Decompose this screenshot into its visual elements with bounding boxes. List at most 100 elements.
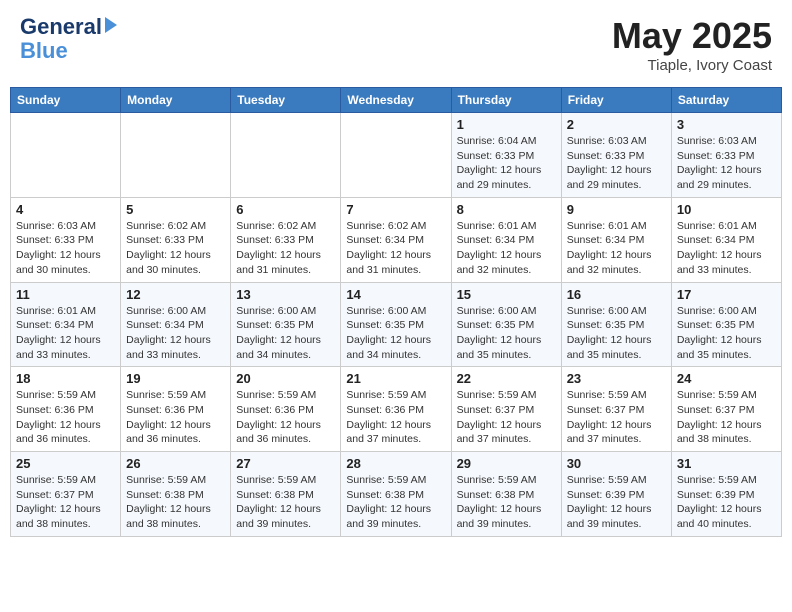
calendar-table: SundayMondayTuesdayWednesdayThursdayFrid…	[10, 87, 782, 537]
day-number: 15	[457, 287, 556, 302]
calendar-cell	[231, 113, 341, 198]
logo-triangle-icon	[105, 17, 117, 33]
weekday-header-wednesday: Wednesday	[341, 88, 451, 113]
day-number: 18	[16, 371, 115, 386]
weekday-header-monday: Monday	[121, 88, 231, 113]
day-info: Sunrise: 6:00 AMSunset: 6:35 PMDaylight:…	[677, 304, 776, 363]
day-number: 20	[236, 371, 335, 386]
day-info: Sunrise: 5:59 AMSunset: 6:37 PMDaylight:…	[16, 473, 115, 532]
day-number: 27	[236, 456, 335, 471]
day-info: Sunrise: 6:01 AMSunset: 6:34 PMDaylight:…	[677, 219, 776, 278]
day-number: 22	[457, 371, 556, 386]
calendar-title: May 2025	[612, 15, 772, 57]
day-info: Sunrise: 6:02 AMSunset: 6:33 PMDaylight:…	[126, 219, 225, 278]
day-number: 10	[677, 202, 776, 217]
calendar-cell: 17 Sunrise: 6:00 AMSunset: 6:35 PMDayligh…	[671, 282, 781, 367]
week-row-2: 4 Sunrise: 6:03 AMSunset: 6:33 PMDaylight…	[11, 197, 782, 282]
day-info: Sunrise: 5:59 AMSunset: 6:37 PMDaylight:…	[677, 388, 776, 447]
day-number: 23	[567, 371, 666, 386]
calendar-cell: 9 Sunrise: 6:01 AMSunset: 6:34 PMDaylight…	[561, 197, 671, 282]
week-row-3: 11 Sunrise: 6:01 AMSunset: 6:34 PMDayligh…	[11, 282, 782, 367]
day-number: 29	[457, 456, 556, 471]
day-number: 26	[126, 456, 225, 471]
day-info: Sunrise: 6:01 AMSunset: 6:34 PMDaylight:…	[457, 219, 556, 278]
calendar-cell: 3Sunrise: 6:03 AMSunset: 6:33 PMDaylight…	[671, 113, 781, 198]
calendar-cell	[11, 113, 121, 198]
day-number: 6	[236, 202, 335, 217]
day-number: 25	[16, 456, 115, 471]
calendar-cell: 28 Sunrise: 5:59 AMSunset: 6:38 PMDayligh…	[341, 452, 451, 537]
day-info: Sunrise: 6:00 AMSunset: 6:34 PMDaylight:…	[126, 304, 225, 363]
calendar-cell: 27 Sunrise: 5:59 AMSunset: 6:38 PMDayligh…	[231, 452, 341, 537]
weekday-header-sunday: Sunday	[11, 88, 121, 113]
day-info: Sunrise: 5:59 AMSunset: 6:37 PMDaylight:…	[567, 388, 666, 447]
day-info: Sunrise: 6:03 AMSunset: 6:33 PMDaylight:…	[567, 134, 666, 193]
calendar-cell: 10 Sunrise: 6:01 AMSunset: 6:34 PMDayligh…	[671, 197, 781, 282]
week-row-4: 18 Sunrise: 5:59 AMSunset: 6:36 PMDayligh…	[11, 367, 782, 452]
day-info: Sunrise: 5:59 AMSunset: 6:36 PMDaylight:…	[16, 388, 115, 447]
weekday-header-friday: Friday	[561, 88, 671, 113]
weekday-header-row: SundayMondayTuesdayWednesdayThursdayFrid…	[11, 88, 782, 113]
weekday-header-thursday: Thursday	[451, 88, 561, 113]
calendar-cell: 31 Sunrise: 5:59 AMSunset: 6:39 PMDayligh…	[671, 452, 781, 537]
logo-blue-text: Blue	[20, 39, 68, 63]
calendar-cell	[121, 113, 231, 198]
day-number: 13	[236, 287, 335, 302]
day-number: 11	[16, 287, 115, 302]
day-info: Sunrise: 5:59 AMSunset: 6:39 PMDaylight:…	[567, 473, 666, 532]
day-number: 21	[346, 371, 445, 386]
day-number: 1	[457, 117, 556, 132]
calendar-cell: 30Sunrise: 5:59 AMSunset: 6:39 PMDayligh…	[561, 452, 671, 537]
title-block: May 2025 Tiaple, Ivory Coast	[612, 15, 772, 74]
page-header: General Blue May 2025 Tiaple, Ivory Coas…	[10, 10, 782, 79]
day-number: 31	[677, 456, 776, 471]
day-info: Sunrise: 6:03 AMSunset: 6:33 PMDaylight:…	[677, 134, 776, 193]
day-number: 24	[677, 371, 776, 386]
calendar-cell: 21 Sunrise: 5:59 AMSunset: 6:36 PMDayligh…	[341, 367, 451, 452]
calendar-cell	[341, 113, 451, 198]
day-info: Sunrise: 5:59 AMSunset: 6:36 PMDaylight:…	[126, 388, 225, 447]
day-info: Sunrise: 5:59 AMSunset: 6:38 PMDaylight:…	[346, 473, 445, 532]
calendar-cell: 22 Sunrise: 5:59 AMSunset: 6:37 PMDayligh…	[451, 367, 561, 452]
calendar-cell: 14Sunrise: 6:00 AMSunset: 6:35 PMDayligh…	[341, 282, 451, 367]
calendar-cell: 24 Sunrise: 5:59 AMSunset: 6:37 PMDayligh…	[671, 367, 781, 452]
day-number: 5	[126, 202, 225, 217]
day-number: 16	[567, 287, 666, 302]
day-info: Sunrise: 5:59 AMSunset: 6:36 PMDaylight:…	[236, 388, 335, 447]
logo: General Blue	[20, 15, 117, 63]
calendar-cell: 25 Sunrise: 5:59 AMSunset: 6:37 PMDayligh…	[11, 452, 121, 537]
day-info: Sunrise: 6:00 AMSunset: 6:35 PMDaylight:…	[567, 304, 666, 363]
day-number: 9	[567, 202, 666, 217]
day-info: Sunrise: 6:02 AMSunset: 6:33 PMDaylight:…	[236, 219, 335, 278]
day-info: Sunrise: 5:59 AMSunset: 6:39 PMDaylight:…	[677, 473, 776, 532]
logo-text: General	[20, 15, 102, 39]
day-info: Sunrise: 6:01 AMSunset: 6:34 PMDaylight:…	[567, 219, 666, 278]
calendar-cell: 2Sunrise: 6:03 AMSunset: 6:33 PMDaylight…	[561, 113, 671, 198]
calendar-cell: 5 Sunrise: 6:02 AMSunset: 6:33 PMDaylight…	[121, 197, 231, 282]
weekday-header-saturday: Saturday	[671, 88, 781, 113]
day-info: Sunrise: 5:59 AMSunset: 6:36 PMDaylight:…	[346, 388, 445, 447]
calendar-cell: 18 Sunrise: 5:59 AMSunset: 6:36 PMDayligh…	[11, 367, 121, 452]
calendar-cell: 6 Sunrise: 6:02 AMSunset: 6:33 PMDaylight…	[231, 197, 341, 282]
day-info: Sunrise: 5:59 AMSunset: 6:38 PMDaylight:…	[126, 473, 225, 532]
calendar-cell: 20 Sunrise: 5:59 AMSunset: 6:36 PMDayligh…	[231, 367, 341, 452]
calendar-cell: 8Sunrise: 6:01 AMSunset: 6:34 PMDaylight…	[451, 197, 561, 282]
day-number: 14	[346, 287, 445, 302]
day-number: 17	[677, 287, 776, 302]
day-info: Sunrise: 6:01 AMSunset: 6:34 PMDaylight:…	[16, 304, 115, 363]
day-number: 12	[126, 287, 225, 302]
day-info: Sunrise: 5:59 AMSunset: 6:38 PMDaylight:…	[236, 473, 335, 532]
calendar-cell: 23 Sunrise: 5:59 AMSunset: 6:37 PMDayligh…	[561, 367, 671, 452]
day-number: 28	[346, 456, 445, 471]
day-info: Sunrise: 5:59 AMSunset: 6:37 PMDaylight:…	[457, 388, 556, 447]
day-info: Sunrise: 5:59 AMSunset: 6:38 PMDaylight:…	[457, 473, 556, 532]
week-row-5: 25 Sunrise: 5:59 AMSunset: 6:37 PMDayligh…	[11, 452, 782, 537]
day-number: 19	[126, 371, 225, 386]
calendar-cell: 16 Sunrise: 6:00 AMSunset: 6:35 PMDayligh…	[561, 282, 671, 367]
calendar-cell: 19 Sunrise: 5:59 AMSunset: 6:36 PMDayligh…	[121, 367, 231, 452]
day-number: 7	[346, 202, 445, 217]
calendar-cell: 4 Sunrise: 6:03 AMSunset: 6:33 PMDaylight…	[11, 197, 121, 282]
day-info: Sunrise: 6:03 AMSunset: 6:33 PMDaylight:…	[16, 219, 115, 278]
day-number: 4	[16, 202, 115, 217]
calendar-cell: 29 Sunrise: 5:59 AMSunset: 6:38 PMDayligh…	[451, 452, 561, 537]
